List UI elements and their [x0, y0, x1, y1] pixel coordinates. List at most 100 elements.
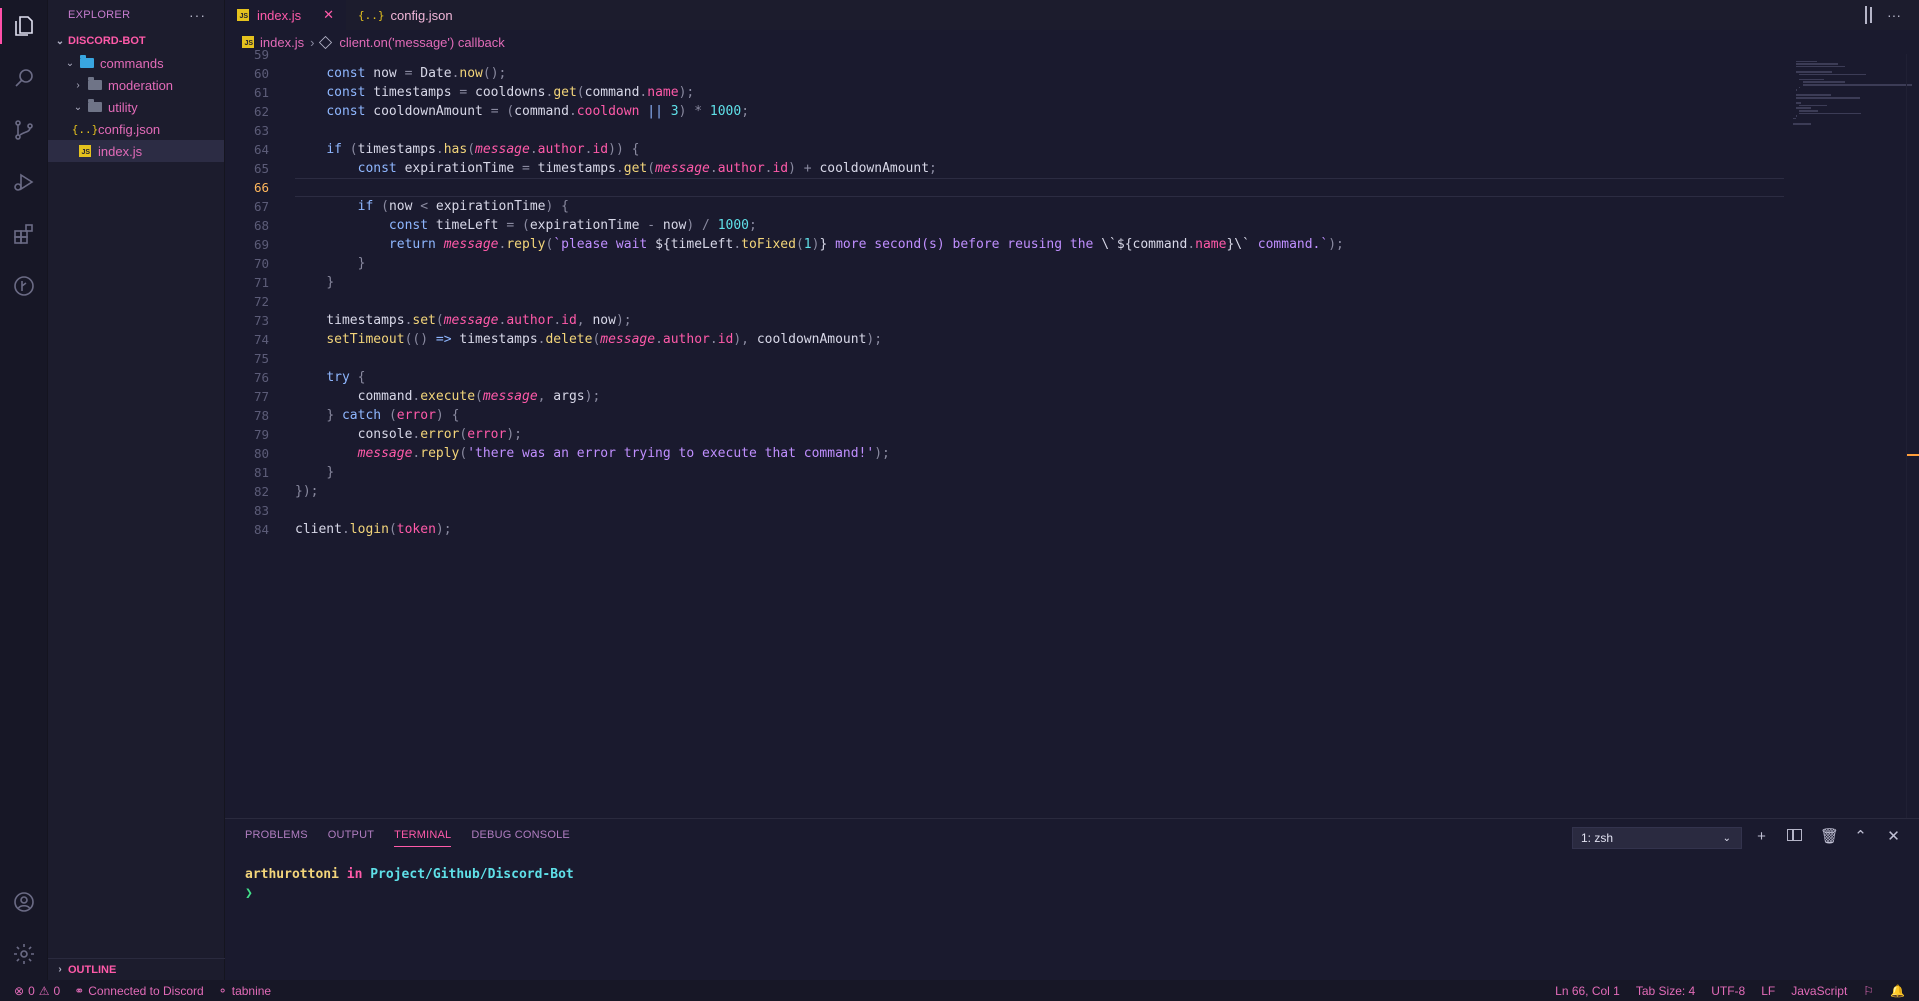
tab-debug-console[interactable]: DEBUG CONSOLE [471, 829, 570, 847]
line-number: 84 [253, 522, 269, 537]
search-icon[interactable] [0, 52, 48, 104]
json-file-icon: {..} [357, 8, 385, 22]
tree-item-config-json[interactable]: {..} config.json [48, 118, 224, 140]
terminal-line: arthurottoni in Project/Github/Discord-B… [245, 865, 574, 884]
minimap-line [1802, 81, 1845, 83]
line-number: 64 [253, 142, 269, 157]
minimap-line [1796, 65, 1845, 68]
line-number: 67 [253, 199, 269, 214]
code-text: const cooldownAmount = (command.cooldown… [326, 104, 750, 119]
close-panel-icon[interactable]: ✕ [1886, 827, 1901, 845]
terminal-output[interactable]: arthurottoni in Project/Github/Discord-B… [245, 865, 574, 903]
tree-item-label: config.json [98, 121, 161, 137]
line-number: 73 [253, 313, 269, 328]
code-line: 82}); [225, 482, 1919, 501]
minimap-line [1799, 104, 1828, 107]
line-number: 60 [253, 66, 269, 81]
status-bar: ⊗ 0 ⚠ 0 ⚭ Connected to Discord ⚬ tabnine… [0, 980, 1919, 1001]
minimap-line [1796, 102, 1801, 104]
line-number: 74 [253, 332, 269, 347]
terminal-user: arthurottoni [245, 867, 339, 882]
account-icon[interactable] [0, 876, 48, 928]
code-text: return message.reply(`please wait ${time… [388, 237, 1344, 252]
line-number: 76 [253, 370, 269, 385]
minimap[interactable] [1789, 54, 1919, 818]
explorer-title: EXPLORER [68, 9, 131, 21]
code-text: message.reply('there was an error trying… [357, 446, 890, 461]
code-line: 62 const cooldownAmount = (command.coold… [225, 102, 1919, 121]
chevron-right-icon: › [76, 79, 80, 91]
indentation-status[interactable]: Tab Size: 4 [1636, 984, 1695, 998]
code-editor[interactable]: 59 60 const now = Date.now(); 61 const tim… [225, 47, 1919, 818]
chevron-down-icon: ⌄ [73, 101, 83, 113]
tree-item-index-js[interactable]: JS index.js [48, 140, 224, 162]
chevron-down-icon: ⌄ [65, 57, 75, 69]
feedback-icon[interactable]: ⚐ [1863, 984, 1874, 998]
extensions-icon[interactable] [0, 208, 48, 260]
tab-output[interactable]: OUTPUT [328, 829, 374, 847]
error-count: 0 [28, 983, 35, 998]
folder-icon [86, 77, 104, 90]
code-line: 83 [225, 501, 1919, 520]
code-line: 81 } [225, 463, 1919, 482]
code-line: 74 setTimeout(() => timestamps.delete(me… [225, 330, 1919, 349]
tab-label: index.js [257, 7, 302, 23]
close-icon[interactable]: ✕ [323, 7, 334, 23]
split-terminal-icon[interactable] [1787, 828, 1802, 845]
more-actions-icon[interactable]: ··· [189, 7, 206, 23]
source-control-icon[interactable] [0, 104, 48, 156]
tree-item-moderation[interactable]: › moderation [48, 74, 224, 96]
line-number: 75 [253, 351, 269, 366]
tree-item-commands[interactable]: ⌄ commands [48, 52, 224, 74]
terminal-select-value: 1: zsh [1581, 831, 1614, 845]
settings-gear-icon[interactable] [0, 928, 48, 980]
trash-icon[interactable]: 🗑 [1820, 827, 1839, 845]
explorer-icon[interactable] [0, 0, 48, 52]
tab-index-js[interactable]: JS index.js ✕ [225, 0, 346, 30]
editor-actions: ··· [1865, 0, 1919, 30]
tab-terminal[interactable]: TERMINAL [394, 829, 452, 847]
line-number: 71 [253, 275, 269, 290]
run-debug-icon[interactable] [0, 156, 48, 208]
terminal-select[interactable]: 1: zsh ⌄ [1572, 827, 1742, 849]
code-line: 60 const now = Date.now(); [225, 64, 1919, 83]
tab-problems[interactable]: PROBLEMS [245, 829, 308, 847]
code-line: 78 } catch (error) { [225, 406, 1919, 425]
tree-item-utility[interactable]: ⌄ utility [48, 96, 224, 118]
more-actions-icon[interactable]: ··· [1887, 7, 1901, 23]
outline-section[interactable]: › OUTLINE [48, 958, 225, 980]
problems-status[interactable]: ⊗ 0 ⚠ 0 [14, 984, 60, 998]
chevron-down-icon: ⌄ [1722, 832, 1731, 844]
line-number: 83 [253, 503, 269, 518]
cursor-position[interactable]: Ln 66, Col 1 [1555, 984, 1620, 998]
line-number: 77 [253, 389, 269, 404]
javascript-file-icon: JS [76, 145, 94, 157]
tab-config-json[interactable]: {..} config.json [346, 0, 465, 30]
line-number: 68 [253, 218, 269, 233]
code-line: 68 const timeLeft = (expirationTime - no… [225, 216, 1919, 235]
outline-label: OUTLINE [68, 963, 117, 976]
scrollbar-track[interactable] [1906, 54, 1907, 818]
line-number: 66 [253, 180, 269, 195]
warning-count: 0 [53, 983, 61, 998]
git-graph-icon[interactable] [0, 260, 48, 312]
chevron-right-icon: › [58, 964, 62, 975]
tree-root-discord-bot[interactable]: ⌄ DISCORD-BOT [48, 30, 224, 52]
scrollbar-cursor-marker [1907, 454, 1919, 456]
code-line: 63 [225, 121, 1919, 140]
eol-status[interactable]: LF [1761, 984, 1775, 998]
tree-item-label: commands [100, 55, 164, 71]
split-editor-icon[interactable] [1865, 6, 1867, 24]
maximize-panel-icon[interactable]: ⌃ [1853, 827, 1868, 845]
tabnine-status[interactable]: ⚬ tabnine [218, 984, 271, 998]
encoding-status[interactable]: UTF-8 [1711, 984, 1745, 998]
code-text: const timeLeft = (expirationTime - now) … [388, 218, 757, 233]
new-terminal-icon[interactable]: + [1754, 828, 1769, 845]
notifications-bell-icon[interactable]: 🔔 [1890, 984, 1905, 998]
terminal-line: ❯ [245, 884, 574, 903]
code-line: 59 [225, 45, 1919, 64]
code-line: 70 } [225, 254, 1919, 273]
discord-presence-status[interactable]: ⚭ Connected to Discord [74, 984, 203, 998]
code-line: 61 const timestamps = cooldowns.get(comm… [225, 83, 1919, 102]
language-mode[interactable]: JavaScript [1791, 984, 1847, 998]
